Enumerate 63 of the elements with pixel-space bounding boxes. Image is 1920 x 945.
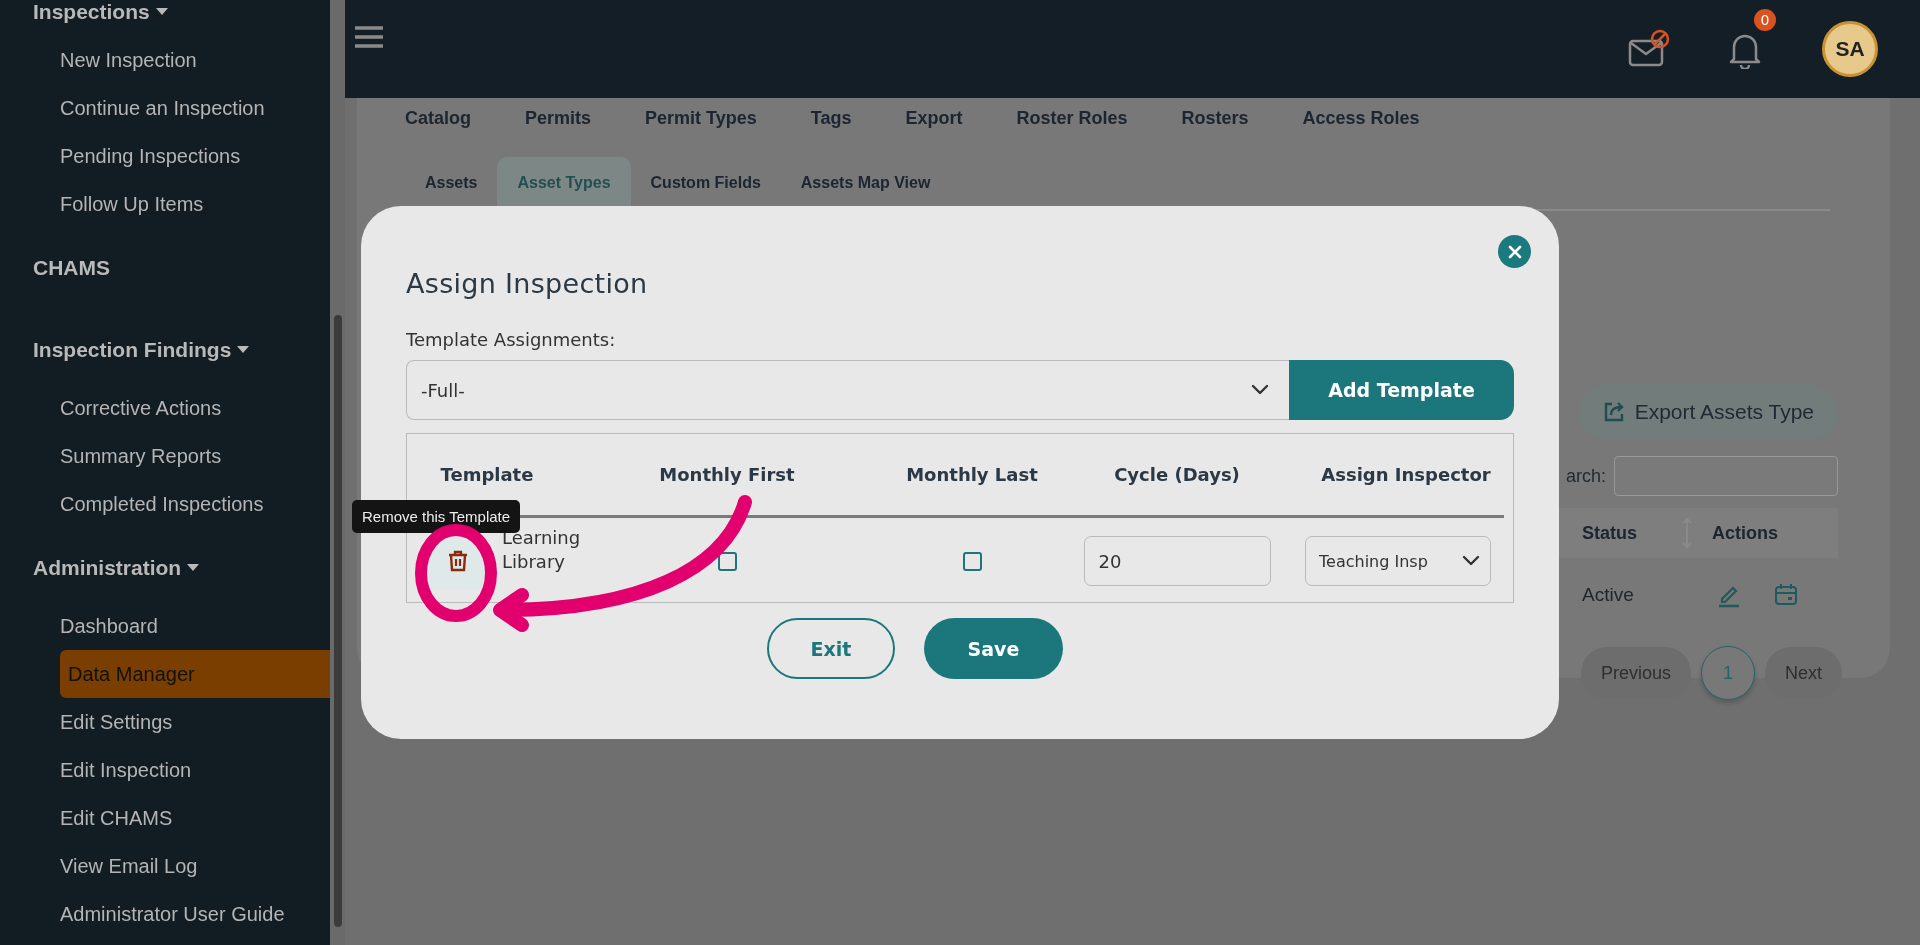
sidebar-item[interactable]: Edit Settings bbox=[0, 698, 173, 746]
caret-icon bbox=[237, 346, 250, 354]
template-dropdown[interactable]: -Full- bbox=[406, 360, 1289, 420]
close-icon bbox=[1507, 244, 1522, 259]
column-header: Monthly Last bbox=[906, 464, 1038, 485]
cycle-input[interactable]: 20 bbox=[1083, 536, 1271, 586]
save-button[interactable]: Save bbox=[924, 618, 1063, 679]
nav-tab[interactable]: Tags bbox=[810, 108, 852, 129]
sub-tab[interactable]: Assets bbox=[405, 157, 498, 209]
field-label: Template Assignments: bbox=[406, 329, 617, 350]
inspector-dropdown[interactable]: Teaching Insp bbox=[1305, 536, 1491, 586]
caret-icon bbox=[155, 8, 168, 16]
sidebar-section-header[interactable]: Administration bbox=[0, 546, 200, 590]
sidebar-section-header[interactable]: CHAMS bbox=[0, 246, 110, 290]
notification-badge: 0 bbox=[1754, 9, 1776, 31]
nav-tab[interactable]: Access Roles bbox=[1302, 108, 1420, 129]
modal-title: Assign Inspection bbox=[406, 268, 649, 299]
column-header: Actions bbox=[1712, 522, 1778, 544]
user-avatar[interactable]: SA bbox=[1822, 21, 1878, 77]
sidebar-item[interactable]: Corrective Actions bbox=[0, 384, 222, 432]
close-button[interactable] bbox=[1498, 235, 1531, 268]
column-header: Monthly First bbox=[659, 464, 795, 485]
sidebar-item[interactable]: Completed Inspections bbox=[0, 480, 264, 528]
trash-icon bbox=[446, 549, 470, 573]
sidebar-section-header[interactable]: Inspection Findings bbox=[0, 328, 250, 372]
sidebar-item[interactable]: Pending Inspections bbox=[0, 132, 241, 180]
search-field[interactable] bbox=[1614, 456, 1838, 496]
search-label: arch: bbox=[1565, 465, 1606, 487]
column-header: Template bbox=[440, 464, 534, 485]
nav-tab[interactable]: Rosters bbox=[1181, 108, 1249, 129]
sidebar-item[interactable]: View Email Log bbox=[0, 842, 198, 890]
nav-tab[interactable]: Permits bbox=[525, 108, 592, 129]
mail-blocked-icon[interactable] bbox=[1628, 29, 1672, 69]
sidebar-item[interactable]: Edit Inspection bbox=[0, 746, 192, 794]
nav-tab[interactable]: Export bbox=[905, 108, 963, 129]
sidebar-item[interactable]: Continue an Inspection bbox=[0, 84, 265, 132]
sidebar-section-header[interactable]: Inspections bbox=[0, 0, 168, 24]
sidebar-item[interactable]: Summary Reports bbox=[0, 432, 222, 480]
sidebar-item[interactable]: Administrator User Guide bbox=[0, 890, 285, 938]
chevron-down-icon bbox=[1251, 384, 1269, 396]
menu-icon[interactable] bbox=[355, 26, 383, 48]
scrollbar-thumb[interactable] bbox=[334, 315, 342, 927]
export-icon bbox=[1602, 401, 1625, 423]
nav-tab[interactable]: Roster Roles bbox=[1016, 108, 1128, 129]
column-header[interactable]: Status bbox=[1582, 522, 1682, 544]
sub-tab[interactable]: Assets Map View bbox=[780, 157, 951, 209]
sub-tab[interactable]: Custom Fields bbox=[630, 157, 781, 209]
sidebar-item[interactable]: Edit CHAMS bbox=[0, 794, 173, 842]
scrollbar-track[interactable] bbox=[330, 0, 345, 945]
nav-tab[interactable]: Permit Types bbox=[645, 108, 757, 129]
exit-button[interactable]: Exit bbox=[767, 618, 895, 679]
checkbox[interactable] bbox=[962, 551, 982, 571]
column-header: Cycle (Days) bbox=[1114, 464, 1240, 485]
sidebar-item[interactable]: New Inspection bbox=[0, 36, 197, 84]
status-cell-text: Active bbox=[1582, 584, 1635, 606]
column-header: Assign Inspector bbox=[1321, 464, 1491, 485]
sidebar-item[interactable]: Dashboard bbox=[0, 602, 158, 650]
nav-tab[interactable]: Catalog bbox=[405, 108, 471, 129]
tooltip: Remove this Template bbox=[352, 500, 521, 533]
sidebar-item[interactable]: Follow Up Items bbox=[0, 180, 204, 228]
chevron-down-icon bbox=[1462, 555, 1480, 567]
add-template-button[interactable]: Add Template bbox=[1289, 360, 1514, 420]
caret-icon bbox=[187, 564, 200, 572]
